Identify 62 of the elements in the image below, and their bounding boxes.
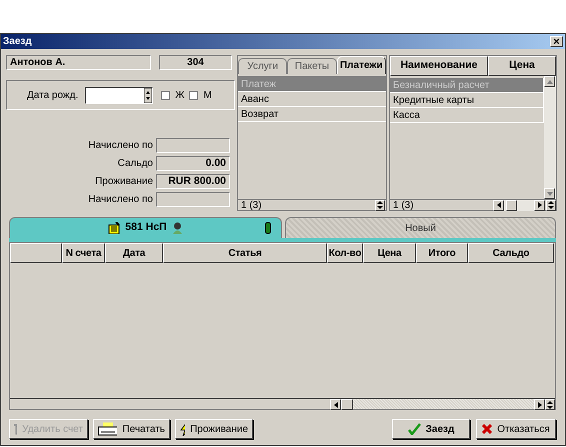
field-label: Начислено по [87, 139, 154, 153]
value-field: 0.00 [156, 156, 230, 171]
field-label: Дата рожд. [27, 88, 78, 102]
column-header[interactable]: Кол-во [327, 243, 363, 263]
column-header[interactable]: Статья [163, 243, 327, 263]
checkbox-label: Ж [175, 88, 184, 102]
scroll-left-icon[interactable] [496, 202, 500, 208]
list-item[interactable]: Касса [390, 108, 544, 123]
date-field[interactable] [85, 86, 154, 104]
record-counter: 1 (3) [241, 198, 262, 212]
checkbox-label: М [203, 88, 212, 102]
scroll-down-icon[interactable] [546, 192, 552, 196]
close-button[interactable]: × [550, 36, 563, 47]
tab[interactable]: 581 НсП [9, 217, 282, 238]
column-header[interactable]: Цена [488, 56, 556, 76]
column-header[interactable] [10, 243, 62, 263]
list-item[interactable]: Возврат [238, 107, 386, 122]
room-field: 304 [159, 55, 232, 70]
scroll-left-icon[interactable] [334, 402, 338, 408]
printer-icon [98, 422, 118, 436]
scroll-thumb[interactable] [341, 399, 353, 410]
tab[interactable]: Новый [285, 217, 556, 238]
guest-name-field: Антонов А. [6, 55, 151, 70]
column-header[interactable]: N счета [62, 243, 105, 263]
value-field: RUR 800.00 [156, 174, 230, 189]
horizontal-scrollbar[interactable] [330, 399, 545, 409]
tab[interactable]: Услуги [238, 58, 288, 74]
check-icon [408, 423, 421, 435]
lightning-icon [180, 422, 186, 436]
record-counter: 1 (3) [393, 198, 415, 212]
field-label: Начислено по [87, 193, 154, 207]
cancel-icon [482, 424, 492, 434]
scroll-right-icon[interactable] [538, 402, 542, 408]
vertical-scrollbar[interactable] [544, 76, 556, 199]
window-title: Заезд [3, 35, 32, 49]
list-item[interactable]: Аванс [238, 92, 386, 107]
tab-label: Новый [405, 222, 436, 236]
check-in-button[interactable]: Заезд [392, 419, 470, 439]
tab[interactable]: Пакеты [287, 58, 337, 74]
field-label: Сальдо [116, 157, 154, 171]
field-label: Проживание [94, 175, 154, 189]
column-header[interactable]: Итого [416, 243, 468, 263]
horizontal-scrollbar[interactable] [493, 200, 545, 210]
cancel-button[interactable]: Отказаться [476, 419, 556, 439]
stay-button[interactable]: Проживание [175, 419, 253, 439]
column-header[interactable]: Наименование [390, 56, 488, 76]
list-item[interactable]: Кредитные карты [390, 93, 544, 108]
checkbox[interactable] [189, 90, 198, 100]
spin-icon[interactable] [144, 88, 152, 102]
indicator-icon [265, 222, 271, 234]
scroll-up-icon[interactable] [546, 80, 552, 84]
column-header[interactable]: Цена [363, 243, 416, 263]
checkbox[interactable] [161, 90, 170, 100]
tab-label: 581 НсП [125, 220, 167, 236]
column-header[interactable]: Сальдо [468, 243, 554, 263]
notepad-icon [108, 222, 120, 234]
scroll-right-icon[interactable] [538, 202, 542, 208]
tab[interactable]: Платежи [336, 56, 386, 74]
person-icon [172, 222, 183, 234]
scroll-thumb[interactable] [506, 200, 517, 210]
column-header[interactable]: Дата [105, 243, 163, 263]
print-button[interactable]: Печатать [93, 419, 170, 439]
